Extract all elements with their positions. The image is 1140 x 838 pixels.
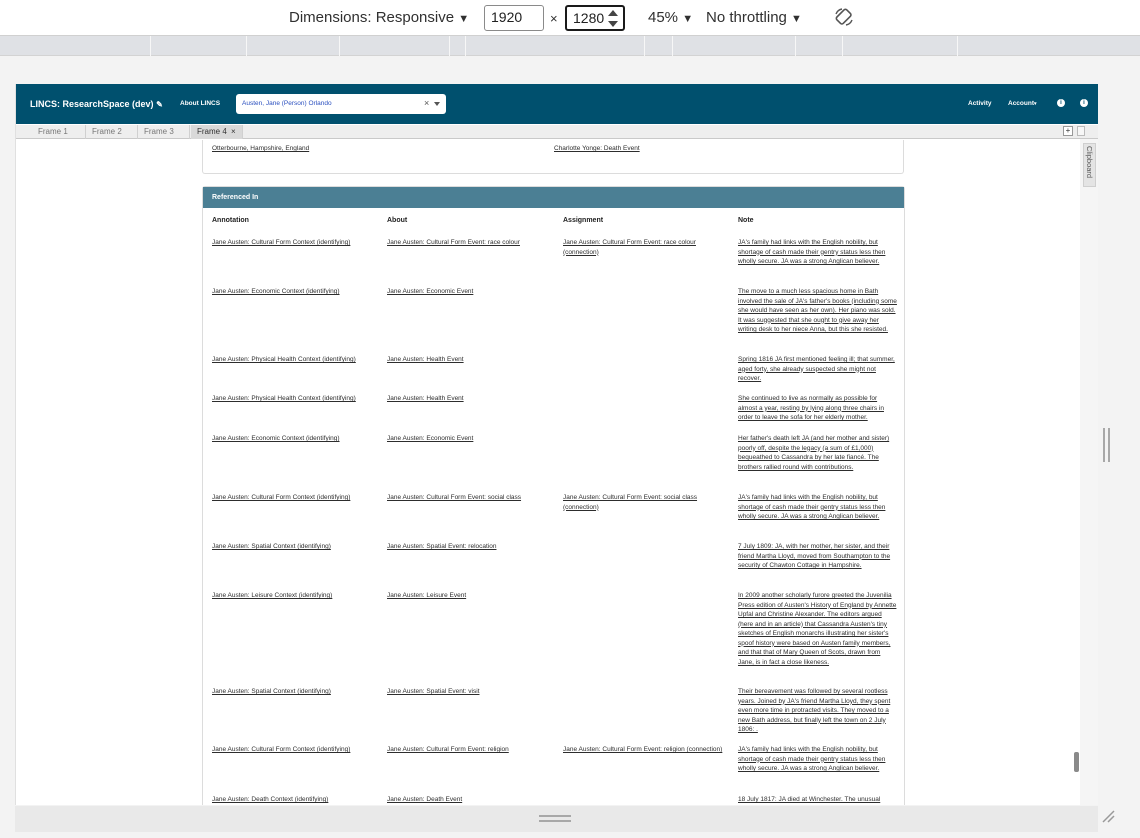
pencil-icon[interactable]: ✎ — [156, 100, 163, 109]
event-link[interactable]: Charlotte Yonge: Death Event — [554, 144, 640, 154]
caret-down-icon[interactable] — [434, 102, 440, 106]
height-input[interactable]: 1280 — [565, 5, 625, 31]
activity-link[interactable]: Activity — [968, 100, 991, 107]
tab-frame-4[interactable]: Frame 4 × — [191, 125, 243, 139]
card-title: Referenced In — [203, 187, 904, 208]
caret-down-icon: ▼ — [682, 13, 694, 25]
note-link[interactable]: In 2009 another scholarly furore greeted… — [738, 591, 898, 667]
rotate-icon[interactable] — [833, 6, 855, 32]
note-link[interactable]: 7 July 1809: JA, with her mother, her si… — [738, 542, 898, 571]
collapse-icon[interactable] — [1077, 126, 1085, 136]
assignment-link[interactable]: Jane Austen: Cultural Form Event: religi… — [563, 745, 728, 755]
annotation-link[interactable]: Jane Austen: Physical Health Context (id… — [212, 355, 377, 365]
caret-down-icon: ▼ — [791, 13, 802, 25]
clipboard-panel: Clipboard — [1080, 139, 1098, 805]
bottom-resize-handle[interactable] — [539, 815, 571, 822]
width-input[interactable]: 1920 — [484, 5, 544, 31]
frame-tabbar: Frame 1 Frame 2 Frame 3 Frame 4 × + — [16, 125, 1098, 139]
annotation-link[interactable]: Jane Austen: Cultural Form Context (iden… — [212, 493, 377, 503]
tab-frame-3[interactable]: Frame 3 — [138, 125, 190, 139]
device-toolbar: Dimensions: Responsive ▼ 1920 × 1280 45%… — [0, 0, 1140, 36]
search-value: Austen, Jane (Person) Orlando — [242, 100, 332, 107]
right-resize-handle[interactable] — [1103, 428, 1110, 462]
assignment-link[interactable]: Jane Austen: Cultural Form Event: social… — [563, 493, 728, 512]
dimensions-label: Dimensions: Responsive — [289, 9, 455, 26]
media-query-ruler — [0, 36, 1140, 56]
note-link[interactable]: She continued to live as normally as pos… — [738, 394, 898, 423]
about-link[interactable]: Jane Austen: Economic Event — [387, 434, 557, 444]
assignment-link[interactable]: Jane Austen: Cultural Form Event: race c… — [563, 238, 728, 257]
clipboard-tab[interactable]: Clipboard — [1083, 143, 1096, 187]
app-header: LINCS: ResearchSpace (dev) ✎ About LINCS… — [16, 84, 1098, 124]
caret-down-icon: ▼ — [458, 13, 470, 25]
column-header-note: Note — [738, 217, 754, 224]
about-link[interactable]: Jane Austen: Health Event — [387, 394, 557, 404]
bottom-resize-bar — [15, 806, 1098, 832]
info-icon[interactable]: i — [1080, 99, 1088, 107]
search-select[interactable]: Austen, Jane (Person) Orlando × — [236, 94, 446, 114]
times-sign: × — [550, 11, 558, 26]
throttling-dropdown[interactable]: No throttling ▼ — [706, 9, 802, 26]
about-link[interactable]: Jane Austen: Cultural Form Event: social… — [387, 493, 557, 503]
column-header-about: About — [387, 217, 408, 224]
referenced-in-card: Referenced In Annotation About Assignmen… — [202, 186, 905, 805]
note-link[interactable]: Spring 1816 JA first mentioned feeling i… — [738, 355, 898, 384]
corner-resize-icon[interactable] — [1100, 808, 1116, 824]
column-header-annotation: Annotation — [212, 217, 249, 224]
caret-down-icon: ▾ — [1034, 101, 1037, 107]
note-link[interactable]: JA's family had links with the English n… — [738, 745, 898, 774]
annotation-link[interactable]: Jane Austen: Cultural Form Context (iden… — [212, 238, 377, 248]
about-link[interactable]: Jane Austen: Cultural Form Event: religi… — [387, 745, 557, 755]
throttling-label: No throttling — [706, 9, 787, 26]
brand-title: LINCS: ResearchSpace (dev) — [30, 99, 154, 109]
note-link[interactable]: Their bereavement was followed by severa… — [738, 687, 898, 735]
zoom-label: 45% — [648, 9, 679, 26]
info-icon[interactable]: i — [1057, 99, 1065, 107]
add-frame-button[interactable]: + — [1063, 126, 1073, 136]
about-link[interactable]: Jane Austen: Death Event — [387, 795, 557, 805]
annotation-link[interactable]: Jane Austen: Spatial Context (identifyin… — [212, 687, 377, 697]
emulated-viewport: LINCS: ResearchSpace (dev) ✎ About LINCS… — [15, 84, 1098, 805]
zoom-dropdown[interactable]: 45% ▼ — [648, 9, 693, 26]
clipboard-label: Clipboard — [1085, 146, 1094, 179]
note-link[interactable]: Her father's death left JA (and her moth… — [738, 434, 898, 472]
about-link[interactable]: Jane Austen: Spatial Event: visit — [387, 687, 557, 697]
about-link[interactable]: Jane Austen: Cultural Form Event: race c… — [387, 238, 557, 248]
annotation-link[interactable]: Jane Austen: Death Context (identifying) — [212, 795, 377, 805]
note-link[interactable]: JA's family had links with the English n… — [738, 238, 898, 267]
tab-frame-2[interactable]: Frame 2 — [86, 125, 138, 139]
account-menu[interactable]: Account▾ — [1008, 100, 1037, 107]
previous-card: Otterbourne, Hampshire, England Charlott… — [202, 140, 904, 174]
note-link[interactable]: JA's family had links with the English n… — [738, 493, 898, 522]
brand[interactable]: LINCS: ResearchSpace (dev) ✎ — [30, 99, 163, 109]
about-link[interactable]: Jane Austen: Leisure Event — [387, 591, 557, 601]
note-link[interactable]: 18 July 1817: JA died at Winchester. The… — [738, 795, 898, 805]
place-link[interactable]: Otterbourne, Hampshire, England — [212, 144, 309, 154]
note-link[interactable]: The move to a much less spacious home in… — [738, 287, 898, 335]
annotation-link[interactable]: Jane Austen: Spatial Context (identifyin… — [212, 542, 377, 552]
annotation-link[interactable]: Jane Austen: Economic Context (identifyi… — [212, 434, 377, 444]
close-icon[interactable]: × — [231, 127, 236, 136]
account-label: Account — [1008, 100, 1034, 107]
tab-frame-1[interactable]: Frame 1 — [32, 125, 86, 139]
dimensions-dropdown[interactable]: Dimensions: Responsive ▼ — [289, 9, 469, 26]
annotation-link[interactable]: Jane Austen: Cultural Form Context (iden… — [212, 745, 377, 755]
about-link[interactable]: Jane Austen: Spatial Event: relocation — [387, 542, 557, 552]
about-link[interactable]: Jane Austen: Health Event — [387, 355, 557, 365]
height-value: 1280 — [573, 10, 605, 26]
annotation-link[interactable]: Jane Austen: Economic Context (identifyi… — [212, 287, 377, 297]
tab-label: Frame 4 — [197, 127, 227, 136]
annotation-link[interactable]: Jane Austen: Leisure Context (identifyin… — [212, 591, 377, 601]
about-link[interactable]: About LINCS — [180, 100, 220, 107]
spinner-icon[interactable] — [607, 10, 619, 27]
clear-icon[interactable]: × — [424, 98, 429, 108]
column-header-assignment: Assignment — [563, 217, 604, 224]
scrollbar-thumb[interactable] — [1074, 752, 1079, 772]
frame-content: Otterbourne, Hampshire, England Charlott… — [16, 140, 1080, 805]
about-link[interactable]: Jane Austen: Economic Event — [387, 287, 557, 297]
annotation-link[interactable]: Jane Austen: Physical Health Context (id… — [212, 394, 377, 404]
